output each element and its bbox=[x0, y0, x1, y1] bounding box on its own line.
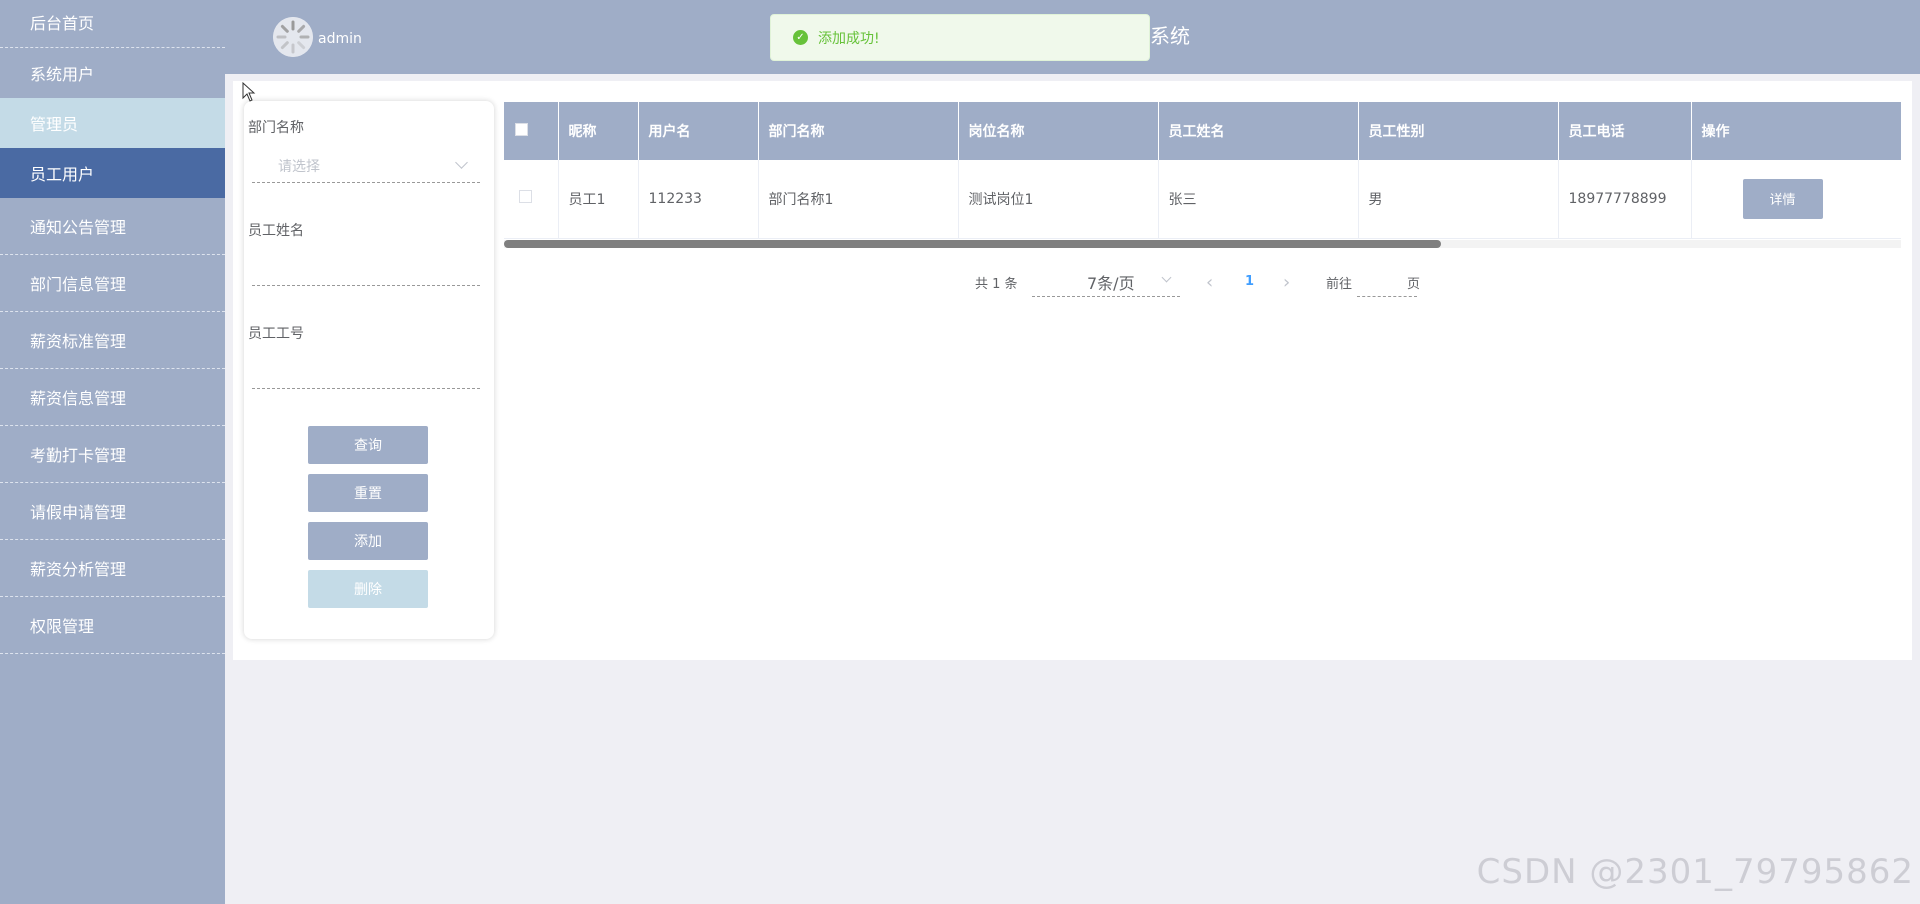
goto-label: 前往 bbox=[1326, 276, 1353, 292]
sidebar-item-system-users[interactable]: 系统用户 bbox=[0, 48, 225, 98]
search-panel: 部门名称 请选择 员工姓名 员工工号 查询 重置 添加 删除 bbox=[244, 101, 494, 639]
horizontal-scrollbar[interactable] bbox=[504, 240, 1901, 248]
sidebar-item-department[interactable]: 部门信息管理 bbox=[0, 255, 225, 312]
pagination-total: 共 1 条 bbox=[975, 276, 1018, 292]
name-label: 员工姓名 bbox=[248, 223, 304, 239]
cell-phone: 18977778899 bbox=[1558, 160, 1692, 239]
sidebar-item-admin[interactable]: 管理员 bbox=[0, 98, 225, 148]
row-checkbox[interactable] bbox=[519, 190, 532, 204]
cell-position: 测试岗位1 bbox=[958, 160, 1159, 239]
avatar[interactable] bbox=[273, 17, 313, 57]
employee-name-input[interactable] bbox=[252, 252, 480, 286]
data-table: 昵称 用户名 部门名称 岗位名称 员工姓名 员工性别 员工电话 操作 员工1 1… bbox=[504, 102, 1901, 239]
sidebar-item-label: 系统用户 bbox=[30, 65, 95, 84]
sidebar-item-attendance[interactable]: 考勤打卡管理 bbox=[0, 426, 225, 483]
dept-label: 部门名称 bbox=[248, 120, 304, 136]
col-header[interactable]: 员工姓名 bbox=[1158, 102, 1359, 160]
data-table-wrapper: 昵称 用户名 部门名称 岗位名称 员工姓名 员工性别 员工电话 操作 员工1 1… bbox=[504, 102, 1901, 248]
sidebar-item-label: 部门信息管理 bbox=[30, 275, 127, 294]
sidebar-item-notice[interactable]: 通知公告管理 bbox=[0, 198, 225, 255]
sidebar-item-salary-analysis[interactable]: 薪资分析管理 bbox=[0, 540, 225, 597]
detail-button[interactable]: 详情 bbox=[1742, 178, 1823, 219]
sidebar-item-label: 员工用户 bbox=[30, 165, 95, 184]
sidebar-item-permissions[interactable]: 权限管理 bbox=[0, 597, 225, 654]
sidebar-item-employee-users[interactable]: 员工用户 bbox=[0, 148, 225, 198]
col-header[interactable]: 用户名 bbox=[638, 102, 759, 160]
loading-avatar-icon bbox=[273, 17, 313, 57]
chevron-down-icon bbox=[1161, 272, 1172, 283]
col-header[interactable]: 昵称 bbox=[558, 102, 639, 160]
id-label: 员工工号 bbox=[248, 326, 304, 342]
delete-button[interactable]: 删除 bbox=[308, 570, 428, 608]
toast-message: 添加成功! bbox=[818, 30, 880, 47]
cell-name: 张三 bbox=[1158, 160, 1359, 239]
sidebar-item-label: 请假申请管理 bbox=[30, 503, 127, 522]
sidebar-item-label: 权限管理 bbox=[30, 617, 95, 636]
sidebar-item-label: 薪资标准管理 bbox=[30, 332, 127, 351]
admin-username[interactable]: admin bbox=[318, 31, 362, 47]
chevron-down-icon bbox=[455, 156, 468, 169]
page-number-current[interactable]: 1 bbox=[1245, 274, 1254, 289]
check-circle-icon: ✓ bbox=[793, 30, 808, 45]
cell-action: 详情 bbox=[1691, 160, 1901, 239]
sidebar-item-label: 薪资分析管理 bbox=[30, 560, 127, 579]
select-all-checkbox[interactable] bbox=[515, 122, 528, 136]
page-title: 系统 bbox=[1150, 24, 1190, 48]
sidebar-item-home[interactable]: 后台首页 bbox=[0, 0, 225, 48]
col-header[interactable]: 岗位名称 bbox=[958, 102, 1159, 160]
page-suffix-label: 页 bbox=[1407, 276, 1421, 292]
sidebar-item-label: 管理员 bbox=[30, 115, 79, 134]
employee-id-input[interactable] bbox=[252, 355, 480, 389]
mouse-cursor-icon bbox=[242, 82, 256, 102]
add-button[interactable]: 添加 bbox=[308, 522, 428, 560]
col-header[interactable]: 员工电话 bbox=[1558, 102, 1692, 160]
query-button[interactable]: 查询 bbox=[308, 426, 428, 464]
col-header: 操作 bbox=[1691, 102, 1901, 160]
cell-dept: 部门名称1 bbox=[758, 160, 959, 239]
sidebar: 后台首页 系统用户 管理员 员工用户 通知公告管理 部门信息管理 薪资标准管理 … bbox=[0, 0, 225, 904]
sidebar-item-label: 考勤打卡管理 bbox=[30, 446, 127, 465]
sidebar-item-label: 后台首页 bbox=[30, 13, 95, 33]
row-select-cell bbox=[504, 160, 559, 239]
sidebar-item-label: 薪资信息管理 bbox=[30, 389, 127, 408]
prev-page-icon[interactable]: ‹ bbox=[1206, 274, 1213, 292]
table-row: 员工1 112233 部门名称1 测试岗位1 张三 男 18977778899 … bbox=[504, 160, 1901, 239]
sidebar-item-salary-info[interactable]: 薪资信息管理 bbox=[0, 369, 225, 426]
next-page-icon[interactable]: › bbox=[1283, 274, 1290, 292]
col-header[interactable]: 员工性别 bbox=[1358, 102, 1559, 160]
sidebar-item-leave[interactable]: 请假申请管理 bbox=[0, 483, 225, 540]
page-size-value: 7条/页 bbox=[1087, 273, 1135, 293]
sidebar-item-salary-standard[interactable]: 薪资标准管理 bbox=[0, 312, 225, 369]
cell-nickname: 员工1 bbox=[558, 160, 639, 239]
cell-gender: 男 bbox=[1358, 160, 1559, 239]
scrollbar-thumb[interactable] bbox=[504, 240, 1441, 248]
select-all-cell bbox=[504, 102, 559, 160]
main-content: 部门名称 请选择 员工姓名 员工工号 查询 重置 添加 删除 昵称 用户名 部门… bbox=[233, 81, 1912, 660]
table-header-row: 昵称 用户名 部门名称 岗位名称 员工姓名 员工性别 员工电话 操作 bbox=[504, 102, 1901, 160]
col-header[interactable]: 部门名称 bbox=[758, 102, 959, 160]
dept-select[interactable]: 请选择 bbox=[252, 149, 480, 183]
dept-select-placeholder: 请选择 bbox=[278, 158, 320, 175]
sidebar-item-label: 通知公告管理 bbox=[30, 218, 127, 237]
success-toast: ✓ 添加成功! bbox=[770, 14, 1150, 61]
page-size-select[interactable]: 7条/页 bbox=[1032, 267, 1180, 297]
watermark: CSDN @2301_79795862 bbox=[1476, 852, 1914, 892]
cell-username: 112233 bbox=[638, 160, 759, 239]
reset-button[interactable]: 重置 bbox=[308, 474, 428, 512]
